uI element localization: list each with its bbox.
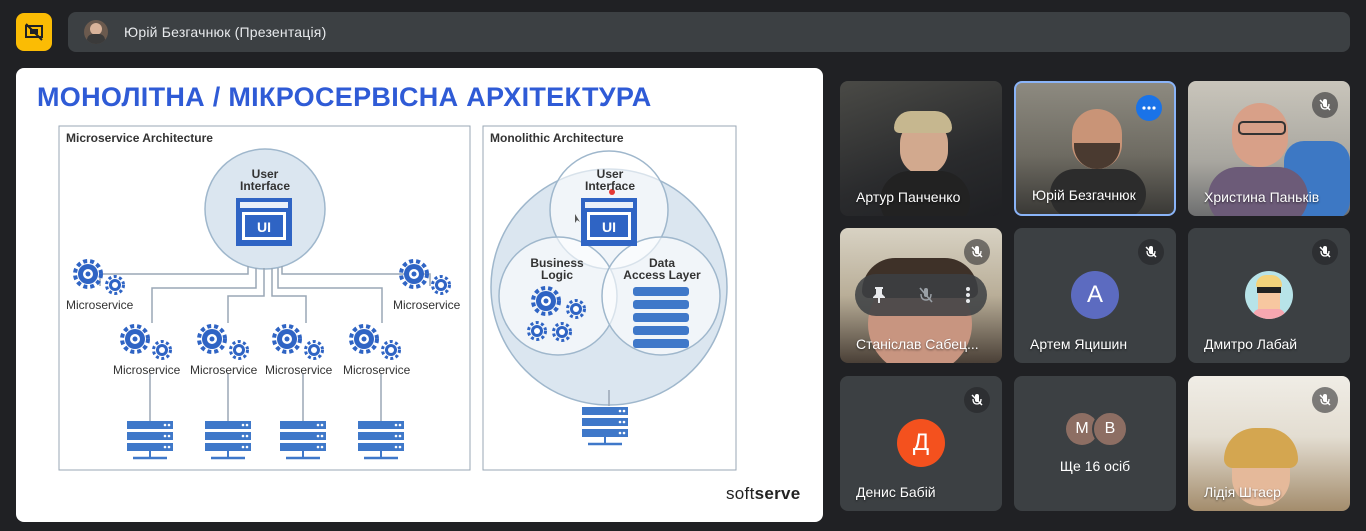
monolithic-arch-title: Monolithic Architecture: [490, 131, 624, 145]
avatar: [84, 20, 108, 44]
participant-name: Лідія Штаєр: [1204, 484, 1281, 500]
mic-off-icon: [1319, 99, 1331, 111]
mic-off-indicator: [1312, 387, 1338, 413]
participant-tile-active[interactable]: Юрій Безгачнюк: [1014, 81, 1176, 216]
mic-off-indicator: [1312, 239, 1338, 265]
participant-tile[interactable]: Станіслав Сабец...: [840, 228, 1002, 363]
present-off-icon: [25, 23, 43, 41]
microservice-label: Microservice: [66, 298, 134, 312]
presentation-slide: МОНОЛІТНА / МІКРОСЕРВІСНА АРХІТЕКТУРА Mi…: [16, 68, 823, 522]
microservice-label: Microservice: [393, 298, 461, 312]
avatar: А: [1071, 271, 1119, 319]
more-participants-label: Ще 16 осіб: [1059, 458, 1131, 474]
mic-off-icon: [971, 246, 983, 258]
pin-icon[interactable]: [871, 286, 887, 304]
avatar: Д: [897, 419, 945, 467]
mic-off-icon: [1145, 246, 1157, 258]
participant-tile[interactable]: Лідія Штаєр: [1188, 376, 1350, 511]
microservice-label: Microservice: [113, 363, 181, 377]
stop-presenting-button[interactable]: [16, 13, 52, 51]
microservice-label: Microservice: [190, 363, 258, 377]
ui-label-bottom: Interface: [239, 179, 291, 193]
presenter-name: Юрій Безгачнюк (Презентація): [124, 24, 327, 40]
participant-name: Артем Яцишин: [1030, 336, 1128, 352]
microservice-arch-title: Microservice Architecture: [66, 131, 213, 145]
presenter-bar: Юрій Безгачнюк (Презентація): [68, 12, 1350, 52]
logo-soft: soft: [726, 484, 755, 503]
ui-box-label: UI: [602, 219, 616, 235]
more-vert-icon[interactable]: [965, 286, 971, 304]
mic-off-indicator: [1312, 92, 1338, 118]
mic-off-icon: [1319, 394, 1331, 406]
ui-label-bottom: Interface: [584, 179, 636, 193]
mic-off-icon: [1319, 246, 1331, 258]
mic-off-indicator: [964, 239, 990, 265]
participant-name: Денис Бабій: [856, 484, 936, 500]
avatar: [1245, 271, 1293, 319]
participant-name: Артур Панченко: [856, 189, 961, 205]
participant-tile[interactable]: А Артем Яцишин: [1014, 228, 1176, 363]
mic-off-indicator: [1138, 239, 1164, 265]
avatar: В: [1092, 411, 1128, 447]
participant-name: Христина Паньків: [1204, 189, 1320, 205]
more-horiz-icon: [1142, 106, 1156, 110]
participant-name: Дмитро Лабай: [1204, 336, 1298, 352]
participant-tile[interactable]: Д Денис Бабій: [840, 376, 1002, 511]
tile-hover-controls: [855, 274, 987, 316]
softserve-logo: softserve: [726, 484, 801, 504]
logo-serve: serve: [754, 484, 801, 503]
microservice-label: Microservice: [343, 363, 411, 377]
participant-name: Станіслав Сабец...: [856, 336, 979, 352]
participant-tile[interactable]: Дмитро Лабай: [1188, 228, 1350, 363]
mic-off-icon: [971, 394, 983, 406]
participant-name: Юрій Безгачнюк: [1032, 187, 1136, 203]
ui-box-label: UI: [257, 219, 271, 235]
mic-off-indicator: [964, 387, 990, 413]
microservice-label: Microservice: [265, 363, 333, 377]
data-access-label-2: Access Layer: [623, 268, 701, 282]
participant-tile[interactable]: Артур Панченко: [840, 81, 1002, 216]
mic-off-icon[interactable]: [918, 286, 934, 304]
more-participants-tile[interactable]: М В Ще 16 осіб: [1014, 376, 1176, 511]
participant-tile[interactable]: Христина Паньків: [1188, 81, 1350, 216]
business-logic-label-2: Logic: [541, 268, 573, 282]
more-options-button[interactable]: [1136, 95, 1162, 121]
